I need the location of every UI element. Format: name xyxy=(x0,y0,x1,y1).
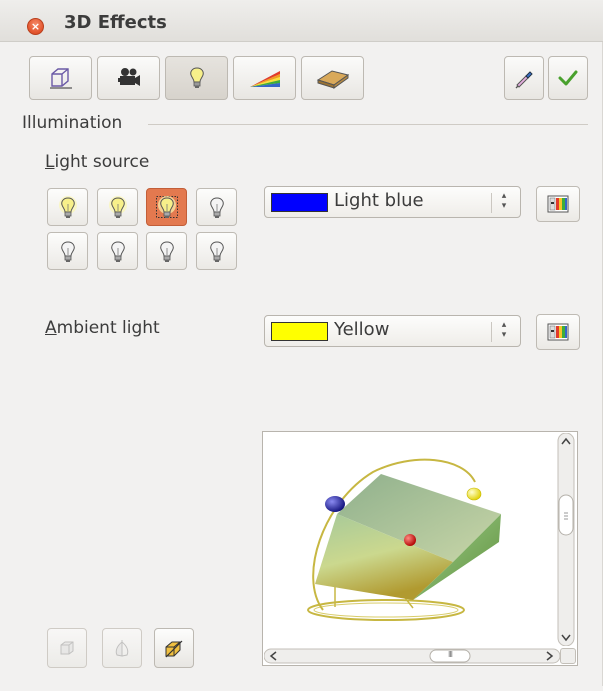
light-source-label: Light source xyxy=(45,152,150,172)
combo-divider xyxy=(491,322,492,342)
light-source-7-button[interactable] xyxy=(146,232,187,270)
scroll-corner xyxy=(560,648,576,664)
lightbulb-icon xyxy=(155,196,178,218)
light-source-3-marker xyxy=(466,487,482,501)
lightbulb-icon xyxy=(159,241,174,262)
light-source-5-button[interactable] xyxy=(47,232,88,270)
light-preview[interactable] xyxy=(262,431,578,666)
ambient-light-color-value: Yellow xyxy=(334,319,390,340)
3d-effects-dialog: × 3D Effects Illumination Light source L… xyxy=(0,0,603,691)
ambient-light-color-swatch xyxy=(271,322,328,341)
ambient-light-color-select[interactable]: Yellow ▴ ▾ xyxy=(264,315,521,347)
dialog-bottom-edge xyxy=(0,686,603,691)
color-palette-icon xyxy=(547,195,569,213)
light-source-6-button[interactable] xyxy=(97,232,138,270)
perspective-toggle-button[interactable] xyxy=(154,628,194,668)
illumination-section-label: Illumination xyxy=(22,113,123,133)
convert-to-3d-icon xyxy=(60,641,74,655)
perspective-icon xyxy=(165,640,183,658)
apply-checkmark-icon xyxy=(558,70,578,86)
light-source-4-button[interactable] xyxy=(196,188,237,226)
lightbulb-icon xyxy=(209,197,224,218)
light-source-1-marker xyxy=(325,496,345,512)
illumination-bulb-icon xyxy=(189,67,204,88)
lightbulb-icon xyxy=(209,241,224,262)
light-source-1-button[interactable] xyxy=(47,188,88,226)
scroll-grip: III xyxy=(447,650,453,659)
ambient-light-color-picker-button[interactable] xyxy=(536,314,580,350)
material-button[interactable] xyxy=(301,56,364,100)
light-source-color-select[interactable]: Light blue ▴ ▾ xyxy=(264,186,521,218)
title-bar: × 3D Effects xyxy=(0,0,603,42)
light-source-2-button[interactable] xyxy=(97,188,138,226)
lightbulb-icon xyxy=(60,241,75,262)
apply-button[interactable] xyxy=(548,56,588,100)
light-source-color-value: Light blue xyxy=(334,190,424,211)
material-icon xyxy=(316,70,349,89)
shading-button[interactable] xyxy=(97,56,160,100)
geometry-button[interactable] xyxy=(29,56,92,100)
convert-to-lathe-button[interactable] xyxy=(102,628,142,668)
light-source-color-swatch xyxy=(271,193,328,212)
section-divider xyxy=(148,124,588,125)
ambient-light-label: Ambient light xyxy=(45,318,160,338)
preview-horizontal-scrollbar[interactable]: III xyxy=(263,646,561,666)
shading-camera-icon xyxy=(117,68,140,86)
illumination-button[interactable] xyxy=(165,56,228,100)
textures-button[interactable] xyxy=(233,56,296,100)
spin-arrows-icon: ▴ ▾ xyxy=(501,191,507,211)
convert-to-3d-button[interactable] xyxy=(47,628,87,668)
color-palette-icon xyxy=(547,323,569,341)
lightbulb-icon xyxy=(108,196,127,218)
preview-vertical-scrollbar[interactable] xyxy=(556,432,576,647)
preview-scene xyxy=(307,458,501,621)
light-source-3-button[interactable] xyxy=(146,188,187,226)
lathe-object-icon xyxy=(115,640,129,657)
geometry-icon xyxy=(49,68,72,89)
combo-divider xyxy=(491,193,492,213)
assign-eyedropper-icon xyxy=(515,71,533,89)
light-source-8-button[interactable] xyxy=(196,232,237,270)
close-button[interactable]: × xyxy=(27,18,44,35)
lightbulb-icon xyxy=(110,241,125,262)
dialog-title: 3D Effects xyxy=(64,12,167,33)
lightbulb-icon xyxy=(58,196,77,218)
assign-button[interactable] xyxy=(504,56,544,100)
light-source-2-marker xyxy=(404,534,416,546)
spin-arrows-icon: ▴ ▾ xyxy=(501,320,507,340)
light-source-color-picker-button[interactable] xyxy=(536,186,580,222)
textures-icon xyxy=(249,71,280,87)
